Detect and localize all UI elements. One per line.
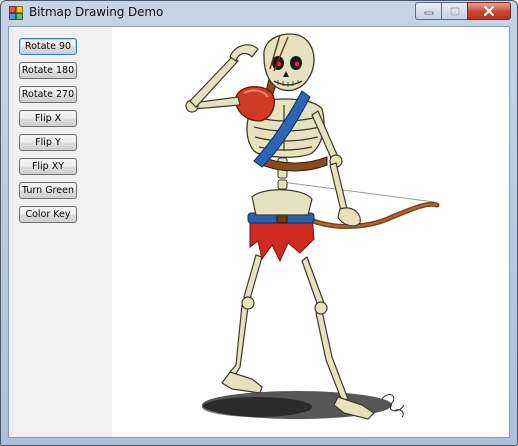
right-thigh	[301, 256, 325, 307]
minimize-icon	[424, 11, 433, 15]
client-area: Rotate 90 Rotate 180 Rotate 270 Flip X Flip …	[8, 26, 510, 438]
turn-green-button[interactable]: Turn Green	[19, 182, 77, 199]
left-shin	[229, 304, 249, 379]
rotate-90-button[interactable]: Rotate 90	[19, 38, 77, 55]
left-hand	[229, 44, 259, 62]
close-icon	[483, 6, 495, 16]
flip-x-button[interactable]: Flip X	[19, 110, 77, 127]
right-hand	[337, 207, 361, 227]
maximize-icon	[449, 6, 460, 16]
flip-xy-button[interactable]: Flip XY	[19, 158, 77, 175]
left-foot	[221, 371, 263, 394]
pelvis	[251, 189, 313, 216]
app-icon	[9, 6, 23, 20]
strap-brown	[261, 156, 328, 172]
maximize-button[interactable]	[441, 2, 467, 20]
window-title: Bitmap Drawing Demo	[29, 5, 164, 19]
window-controls	[415, 2, 511, 20]
drawing-canvas	[112, 27, 509, 437]
minimize-button[interactable]	[415, 2, 441, 20]
rotate-180-button[interactable]: Rotate 180	[19, 62, 77, 79]
right-shin	[315, 310, 349, 402]
button-panel: Rotate 90 Rotate 180 Rotate 270 Flip X Flip …	[9, 27, 112, 437]
flip-y-button[interactable]: Flip Y	[19, 134, 77, 151]
skeleton-archer-bitmap	[185, 33, 440, 420]
close-button[interactable]	[467, 2, 511, 20]
color-key-button[interactable]: Color Key	[19, 206, 77, 223]
left-thigh	[243, 254, 263, 300]
title-bar[interactable]: Bitmap Drawing Demo	[1, 1, 517, 25]
shoulder-pad	[235, 86, 275, 122]
rotate-270-button[interactable]: Rotate 270	[19, 86, 77, 103]
app-window: Bitmap Drawing Demo Rotate 90 Rotate 180	[0, 0, 518, 446]
